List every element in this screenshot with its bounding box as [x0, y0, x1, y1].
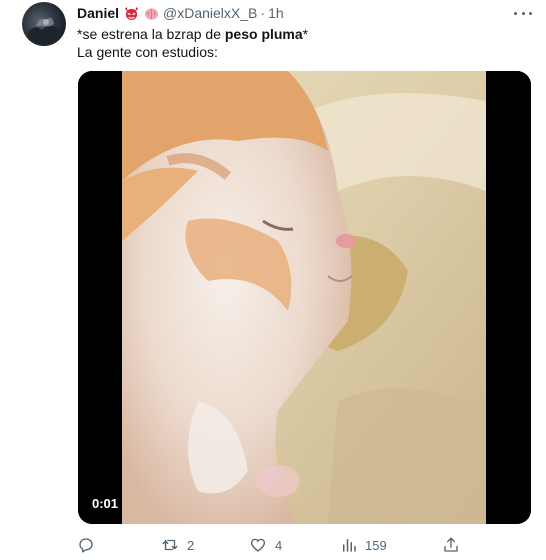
brain-emoji-icon: [143, 5, 159, 21]
separator-dot: ·: [260, 5, 266, 21]
handle[interactable]: @xDanielxX_B: [163, 4, 257, 22]
devil-mask-emoji-icon: [123, 5, 139, 21]
avatar[interactable]: [22, 2, 66, 46]
video-frame: [78, 71, 531, 524]
share-button[interactable]: [442, 534, 460, 556]
views-button[interactable]: 159: [341, 534, 387, 556]
tweet-header: Daniel @xDanielxX_B · 1h: [77, 4, 284, 22]
retweet-icon: [162, 539, 178, 551]
tweet-text-line-2: La gente con estudios:: [77, 44, 218, 60]
tweet-text-line-1: *se estrena la bzrap de peso pluma*: [77, 25, 308, 43]
tweet-text-suffix: *: [302, 26, 309, 42]
timestamp[interactable]: 1h: [268, 4, 284, 22]
views-count: 159: [365, 537, 387, 553]
display-name[interactable]: Daniel: [77, 4, 119, 22]
share-icon: [444, 537, 458, 552]
like-button[interactable]: 4: [249, 534, 282, 556]
more-options-icon[interactable]: [514, 6, 532, 20]
reply-icon: [79, 538, 93, 553]
retweet-button[interactable]: 2: [161, 534, 194, 556]
views-chart-icon: [343, 539, 356, 552]
video-duration: 0:01: [88, 494, 123, 514]
heart-icon: [250, 538, 266, 552]
reply-button[interactable]: [77, 534, 95, 556]
tweet-text-bold: peso pluma: [224, 26, 303, 42]
retweet-count: 2: [187, 537, 195, 553]
tweet-text-prefix: *se estrena la bzrap de: [77, 26, 225, 42]
tweet-text: *se estrena la bzrap de peso pluma* La g…: [77, 25, 308, 61]
tweet: Daniel @xDanielxX_B · 1h *se estrena la …: [0, 0, 546, 560]
like-count: 4: [275, 537, 283, 553]
tweet-actions: 2 4 159: [77, 534, 537, 556]
video-player[interactable]: 0:01: [78, 71, 531, 524]
